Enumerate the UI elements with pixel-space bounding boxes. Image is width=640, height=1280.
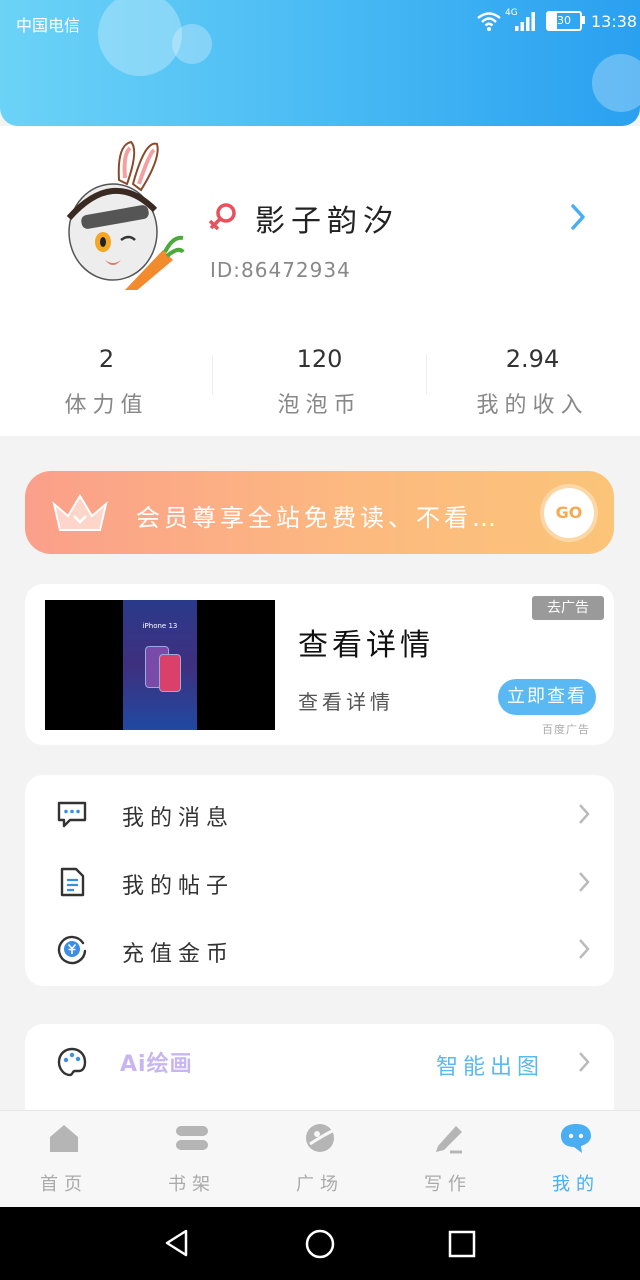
tab-label: 书架	[168, 1174, 216, 1195]
recents-icon[interactable]	[447, 1229, 477, 1259]
bookshelf-icon	[176, 1126, 208, 1150]
menu-item-label: 我的帖子	[122, 874, 235, 899]
tab-label: 写作	[424, 1174, 472, 1195]
tab-label: 广场	[296, 1174, 344, 1195]
female-gender-icon	[208, 203, 236, 231]
ad-title: 查看详情	[298, 628, 434, 663]
back-icon[interactable]	[162, 1228, 192, 1258]
chevron-right-icon	[579, 1052, 590, 1072]
stat-label: 我的收入	[476, 393, 589, 418]
stat-income[interactable]: 2.94 我的收入	[426, 345, 639, 419]
ad-subtitle: 查看详情	[298, 690, 394, 714]
tab-writing[interactable]: 写作	[384, 1120, 512, 1196]
tab-plaza[interactable]: 广场	[256, 1120, 384, 1196]
menu-item-posts[interactable]	[25, 850, 614, 916]
stat-stamina[interactable]: 2 体力值	[0, 345, 213, 419]
username: 影子韵汐	[255, 204, 399, 239]
planet-icon	[306, 1124, 335, 1152]
palette-icon	[57, 1047, 87, 1077]
home-icon	[50, 1125, 78, 1152]
menu-item-label: 我的消息	[122, 806, 235, 831]
coin-icon	[57, 935, 87, 965]
ai-drawing-badge: Ai绘画	[120, 1052, 193, 1077]
battery-indicator: 30	[546, 11, 582, 31]
tab-label: 我的	[552, 1174, 600, 1195]
menu-item-recharge[interactable]	[25, 918, 614, 984]
signal-icon	[515, 12, 535, 31]
document-icon	[60, 867, 85, 897]
stat-value: 120	[296, 345, 343, 373]
stat-label: 泡泡币	[277, 393, 362, 418]
stat-bubble-coins[interactable]: 120 泡泡币	[213, 345, 426, 419]
pen-icon	[436, 1126, 462, 1154]
crown-icon	[52, 494, 108, 531]
stat-value: 2	[98, 345, 115, 373]
vip-banner-text: 会员尊享全站免费读、不看…	[136, 504, 500, 532]
chevron-right-icon	[579, 804, 590, 824]
message-icon	[57, 801, 87, 828]
home-circle-icon[interactable]	[304, 1228, 336, 1260]
clock-label: 13:38	[591, 12, 638, 31]
ad-thumbnail-image: iPhone 13	[123, 600, 197, 730]
menu-item-label: 充值金币	[122, 942, 235, 967]
go-button[interactable]: GO	[544, 488, 594, 538]
tab-label: 首页	[40, 1174, 88, 1195]
ad-thumbnail-text: iPhone 13	[142, 622, 178, 630]
header-background	[0, 0, 640, 126]
user-id: ID:86472934	[210, 258, 351, 282]
stat-label: 体力值	[64, 393, 149, 418]
tab-bookshelf[interactable]: 书架	[128, 1120, 256, 1196]
wifi-icon	[477, 12, 501, 31]
battery-percent: 30	[557, 14, 571, 27]
carrier-label: 中国电信	[16, 16, 81, 35]
tab-me[interactable]: 我的	[512, 1120, 640, 1196]
menu-item-messages[interactable]	[25, 782, 614, 848]
chevron-right-icon	[579, 872, 590, 892]
chat-bubble-icon	[561, 1124, 591, 1153]
avatar[interactable]	[55, 140, 185, 290]
ad-thumbnail[interactable]: iPhone 13	[45, 600, 275, 730]
decor-bubble	[172, 24, 212, 64]
chevron-right-icon[interactable]	[568, 202, 588, 232]
ad-source-label: 百度广告	[542, 723, 590, 736]
remove-ad-button[interactable]: 去广告	[532, 596, 604, 620]
smart-image-link[interactable]: 智能出图	[436, 1049, 544, 1081]
tab-home[interactable]: 首页	[0, 1120, 128, 1196]
phone-graphic	[159, 654, 181, 692]
chevron-right-icon	[579, 939, 590, 959]
stat-value: 2.94	[505, 345, 560, 373]
view-now-button[interactable]: 立即查看	[498, 679, 596, 715]
battery-tip	[582, 16, 585, 24]
